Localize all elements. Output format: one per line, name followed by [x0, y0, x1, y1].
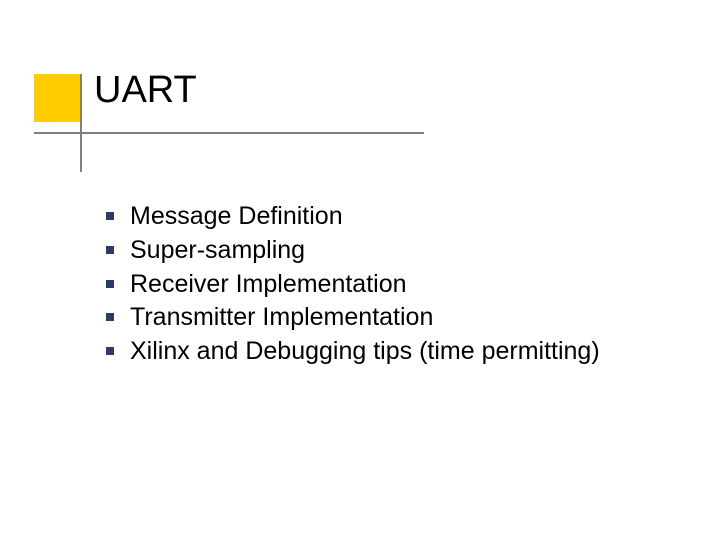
- bullet-list: Message Definition Super-sampling Receiv…: [100, 200, 660, 369]
- list-item-text: Transmitter Implementation: [130, 303, 433, 331]
- title-underline: [34, 132, 424, 134]
- list-item: Receiver Implementation: [100, 268, 660, 302]
- content-area: Message Definition Super-sampling Receiv…: [100, 200, 660, 369]
- title-vertical-rule: [80, 74, 82, 172]
- list-item: Super-sampling: [100, 234, 660, 268]
- list-item: Transmitter Implementation: [100, 301, 660, 335]
- title-accent-box: [34, 74, 82, 122]
- list-item: Xilinx and Debugging tips (time permitti…: [100, 335, 660, 369]
- slide-title: UART: [94, 70, 197, 112]
- list-item-text: Xilinx and Debugging tips (time permitti…: [130, 337, 600, 365]
- list-item-text: Super-sampling: [130, 236, 305, 264]
- list-item-text: Receiver Implementation: [130, 270, 407, 298]
- list-item: Message Definition: [100, 200, 660, 234]
- list-item-text: Message Definition: [130, 202, 343, 230]
- slide: UART Message Definition Super-sampling R…: [0, 0, 720, 540]
